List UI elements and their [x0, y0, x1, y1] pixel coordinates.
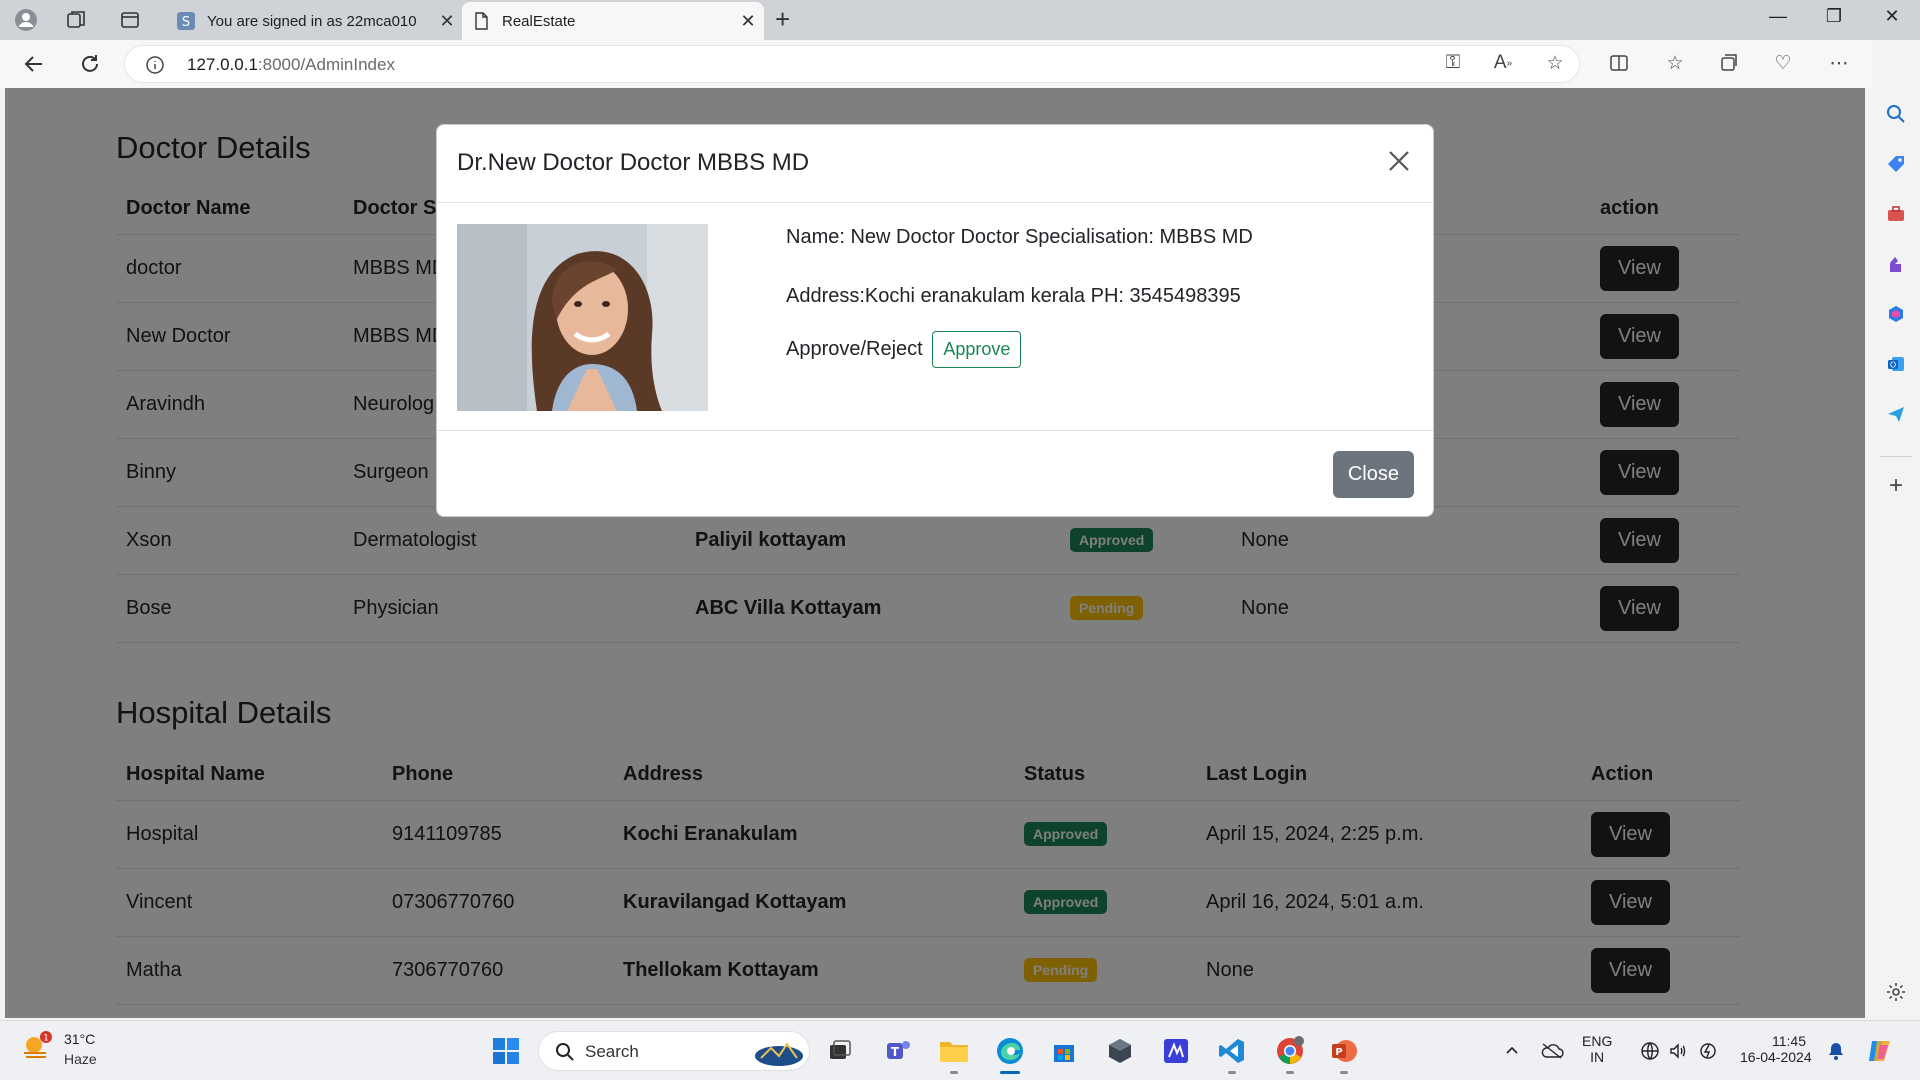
copilot-taskbar-icon[interactable] [1864, 1035, 1896, 1067]
language-code: ENG [1582, 1033, 1613, 1049]
close-window-icon[interactable]: ✕ [1872, 6, 1912, 27]
tab-signed-in[interactable]: S You are signed in as 22mca010 ✕ [167, 2, 463, 40]
search-highlight-icon [755, 1042, 803, 1066]
svg-text:P: P [1335, 1047, 1342, 1058]
3d-app-icon[interactable] [1104, 1035, 1136, 1067]
modal-footer: Close [437, 430, 1433, 517]
address-bar-row: 127.0.0.1:8000/AdminIndex ⚿ A» ☆ ☆ ♡ ⋯ [0, 40, 1902, 88]
shopping-tag-icon[interactable] [1884, 152, 1908, 176]
favorites-icon[interactable]: ☆ [1662, 50, 1688, 76]
favorite-star-icon[interactable]: ☆ [1542, 50, 1568, 76]
browser-essentials-icon[interactable]: ♡ [1770, 50, 1796, 76]
onedrive-icon[interactable] [1536, 1035, 1568, 1067]
approve-button[interactable]: Approve [932, 331, 1022, 368]
doctor-photo [457, 224, 708, 411]
search-icon[interactable] [1884, 102, 1908, 126]
notification-bell-icon[interactable] [1820, 1035, 1852, 1067]
vertical-tabs-icon[interactable] [118, 8, 142, 32]
key-icon[interactable]: ⚿ [1440, 50, 1466, 76]
clock-time: 11:45 [1772, 1033, 1806, 1049]
modal-header: Dr.New Doctor Doctor MBBS MD [437, 125, 1433, 203]
close-button[interactable]: Close [1332, 451, 1414, 498]
more-menu-icon[interactable]: ⋯ [1826, 50, 1852, 76]
doctor-name-spec: Name: New Doctor Doctor Specialisation: … [786, 226, 1253, 248]
settings-gear-icon[interactable] [1884, 980, 1908, 1004]
modal-body: Name: New Doctor Doctor Specialisation: … [437, 203, 1433, 421]
weather-temp: 31°C [64, 1031, 96, 1047]
teams-icon[interactable]: T [882, 1035, 914, 1067]
chevron-up-icon[interactable] [1496, 1035, 1528, 1067]
weather-desc: Haze [64, 1051, 97, 1067]
search-icon [556, 1043, 574, 1061]
profile-icon[interactable] [14, 8, 38, 32]
language-indicator[interactable]: ENG IN [1582, 1033, 1612, 1065]
send-icon[interactable] [1884, 402, 1908, 426]
add-icon[interactable]: + [1884, 472, 1908, 499]
vscode-icon[interactable] [1216, 1035, 1248, 1074]
visual-studio-alt-icon[interactable] [1160, 1035, 1192, 1067]
chrome-icon[interactable] [1274, 1035, 1306, 1074]
tools-icon[interactable] [1884, 202, 1908, 226]
outlook-icon[interactable]: O [1884, 352, 1908, 376]
powerpoint-icon[interactable]: P [1328, 1035, 1360, 1074]
close-tab-icon[interactable]: ✕ [431, 11, 463, 32]
battery-charging-icon[interactable] [1692, 1035, 1724, 1067]
search-label: Search [585, 1042, 639, 1061]
tab-title: RealEstate [502, 12, 576, 30]
microsoft-365-icon[interactable] [1884, 302, 1908, 326]
page-icon [475, 12, 488, 30]
url-text: 127.0.0.1:8000/AdminIndex [187, 55, 395, 74]
split-screen-icon[interactable] [1606, 50, 1632, 76]
read-aloud-icon[interactable]: A» [1490, 50, 1516, 76]
clock[interactable]: 11:45 16-04-2024 [1740, 1033, 1812, 1065]
minimize-icon[interactable]: — [1758, 6, 1798, 27]
site-favicon-icon: S [177, 12, 195, 30]
games-icon[interactable] [1884, 252, 1908, 276]
svg-text:T: T [891, 1045, 900, 1059]
doctor-details-modal: Dr.New Doctor Doctor MBBS MD Name: New D… [436, 124, 1434, 517]
close-icon[interactable] [1383, 145, 1415, 177]
task-view-icon[interactable] [824, 1035, 856, 1067]
workspaces-icon[interactable] [64, 8, 88, 32]
tab-realestate[interactable]: RealEstate ✕ [462, 2, 764, 40]
browser-titlebar: S You are signed in as 22mca010 ✕ RealEs… [0, 0, 1920, 40]
edge-browser-icon[interactable] [994, 1035, 1026, 1074]
sidebar-divider [1880, 456, 1912, 457]
svg-text:O: O [1890, 361, 1896, 370]
refresh-icon[interactable] [76, 50, 104, 78]
volume-icon[interactable] [1662, 1035, 1694, 1067]
haze-weather-icon: 1 [24, 1031, 52, 1058]
microsoft-store-icon[interactable] [1048, 1035, 1080, 1067]
approve-row: Approve/Reject Approve [786, 331, 1022, 368]
windows-taskbar: 1 31°C Haze Search T P ENG IN 11:45 16-0… [0, 1020, 1920, 1080]
doctor-address-phone: Address:Kochi eranakulam kerala PH: 3545… [786, 285, 1241, 307]
taskbar-search[interactable]: Search [538, 1031, 810, 1071]
region-code: IN [1590, 1049, 1605, 1065]
url-field[interactable]: 127.0.0.1:8000/AdminIndex [124, 45, 1580, 83]
close-tab-icon[interactable]: ✕ [732, 11, 764, 32]
weather-widget[interactable]: 1 31°C Haze [20, 1031, 97, 1068]
restore-icon[interactable]: ❐ [1814, 6, 1854, 27]
svg-text:S: S [182, 15, 190, 30]
site-info-icon[interactable] [145, 55, 165, 80]
clock-date: 16-04-2024 [1740, 1049, 1812, 1065]
new-tab-button[interactable]: + [775, 6, 790, 32]
file-explorer-icon[interactable] [938, 1035, 970, 1074]
back-icon[interactable] [20, 50, 48, 78]
modal-title: Dr.New Doctor Doctor MBBS MD [457, 149, 810, 176]
tab-title: You are signed in as 22mca010 [207, 12, 417, 30]
windows-start-icon[interactable] [490, 1035, 522, 1067]
svg-text:1: 1 [43, 1034, 49, 1044]
approve-reject-label: Approve/Reject [786, 338, 923, 360]
edge-sidebar: O + [1872, 40, 1920, 1020]
collections-icon[interactable] [1716, 50, 1742, 76]
